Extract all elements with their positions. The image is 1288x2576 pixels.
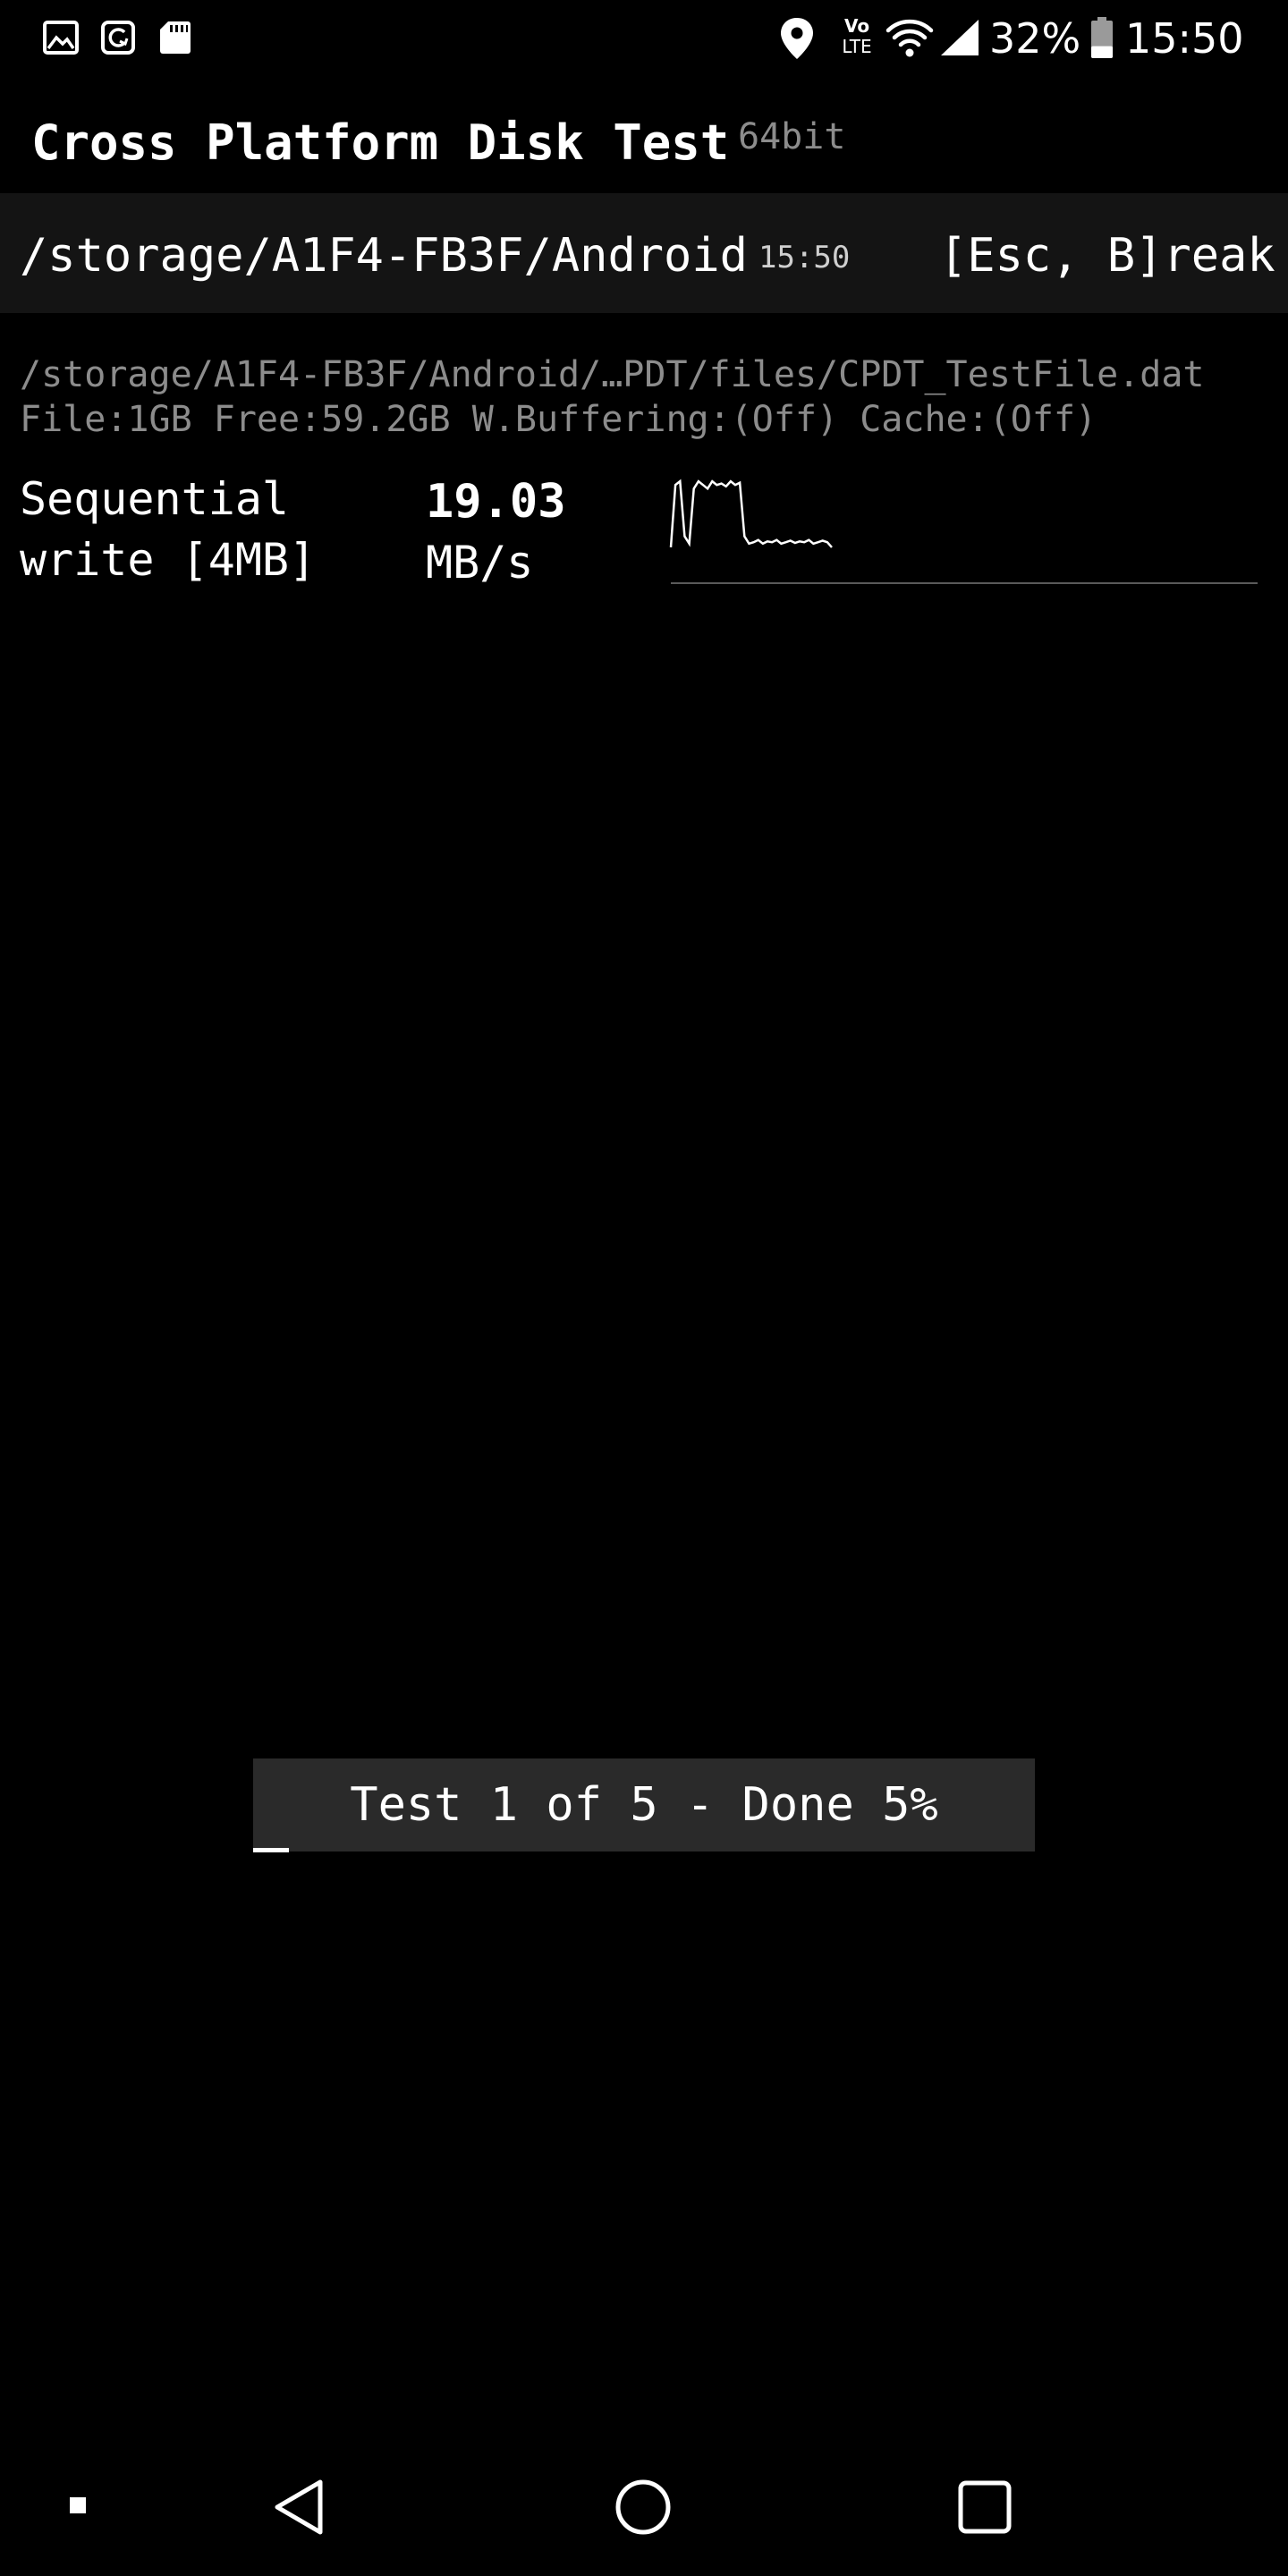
status-time: 15:50 [1125,14,1244,63]
app-title: Cross Platform Disk Test [31,114,730,171]
signal-icon [941,20,979,55]
gallery-icon [43,21,79,55]
speed-value: 19.03 [426,475,566,529]
speed-unit: MB/s [426,537,534,589]
status-bar: Vo LTE 32% 15:50 [0,0,1288,77]
sd-card-icon [160,21,191,54]
wifi-icon [886,19,934,57]
test-name-line1: Sequential [20,473,290,525]
sparkline-series [669,479,833,548]
test-name: Sequential write [4MB] [20,469,316,590]
text-cursor [253,1848,289,1852]
progress-text: Test 1 of 5 - Done 5% [350,1778,938,1832]
battery-percent: 32% [989,14,1081,63]
test-file-info: File:1GB Free:59.2GB W.Buffering:(Off) C… [20,399,1097,440]
small-square-icon[interactable] [68,2496,88,2515]
battery-icon [1091,17,1113,58]
test-file-path: /storage/A1F4-FB3F/Android/…PDT/files/CP… [20,354,1205,395]
app-arch-label: 64bit [738,116,846,157]
test-name-line2: write [4MB] [20,534,317,586]
location-icon [781,18,813,59]
volte-label-top: Vo [843,15,870,37]
storage-path: /storage/A1F4-FB3F/Android [20,229,748,283]
navigation-bar [0,2433,1288,2576]
home-icon[interactable] [614,2478,673,2537]
back-icon[interactable] [270,2478,327,2537]
volte-label-bottom: LTE [842,36,872,57]
speed-sparkline [669,479,1258,584]
sync-icon [101,21,135,55]
path-bar-time: 15:50 [758,240,851,275]
break-button[interactable]: [Esc, B]reak [939,227,1275,284]
recents-icon[interactable] [957,2479,1013,2535]
volte-icon: Vo LTE [837,16,877,59]
